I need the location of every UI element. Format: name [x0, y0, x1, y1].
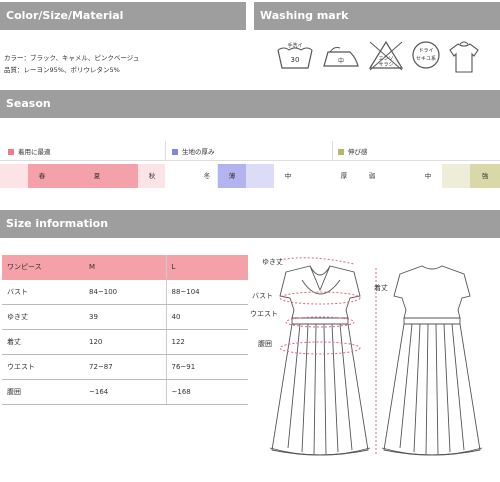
- size-header-item: ワンピース: [2, 255, 84, 280]
- row-l-value: 40: [165, 304, 248, 330]
- row-label: 腹囲: [2, 379, 84, 405]
- iron-text: 中: [338, 57, 344, 65]
- size-header-m: M: [84, 255, 166, 280]
- thickness-medium: 中: [284, 172, 292, 180]
- label-sleeve: ゆき丈: [262, 257, 283, 266]
- size-header-l: L: [165, 255, 248, 280]
- size-table-header-row: ワンピース M L: [2, 255, 248, 280]
- dress-back-illustration: [381, 265, 483, 456]
- no-bleach-icon: エンソ サラシ: [368, 40, 404, 71]
- table-row: 着丈 120 122: [2, 329, 248, 355]
- sleeve-length-mark: [279, 257, 355, 265]
- size-table: ワンピース M L バスト 84~100 88~104 ゆき丈 39 40 着丈…: [2, 255, 248, 405]
- legend-best: 着用に最適: [8, 146, 51, 156]
- measurement-marks: [279, 257, 377, 454]
- dry-clean-text1: ドライ: [418, 48, 433, 54]
- row-m-value: 84~100: [84, 279, 166, 305]
- dry-clean-icon: ドライ セキユ系: [412, 41, 440, 69]
- legend-thickness: 生地の厚み: [172, 146, 215, 156]
- row-l-value: 122: [165, 329, 248, 355]
- color-line: カラー：ブラック、キャメル、ピンクベージュ: [4, 54, 140, 62]
- washing-icons: 手洗イ 30 中 エンソ サラシ ドライ セキユ系: [274, 38, 484, 78]
- label-hip: 腹囲: [258, 339, 272, 348]
- table-row: 腹囲 ~164 ~168: [2, 379, 248, 405]
- washing-mark-header: Washing mark: [254, 2, 500, 30]
- legend-stretch: 伸び感: [338, 146, 368, 156]
- season-scale: 春 夏 秋 冬: [0, 164, 210, 188]
- size-info-header: Size information: [0, 210, 500, 238]
- hang-dry-icon: [449, 41, 479, 73]
- dress-front-illustration: [269, 265, 371, 456]
- no-bleach-text2: サラシ: [379, 62, 394, 68]
- table-row: ゆき丈 39 40: [2, 304, 248, 330]
- hand-wash-icon: 手洗イ 30: [277, 42, 313, 69]
- stretch-weak: 弱: [368, 172, 376, 180]
- label-waist: ウエスト: [250, 310, 278, 318]
- thickness-thick: 厚: [340, 172, 348, 180]
- row-l-value: ~168: [165, 379, 248, 405]
- season-autumn: 秋: [148, 172, 156, 180]
- season-summer: 夏: [93, 172, 101, 180]
- legend-best-swatch: [8, 149, 14, 155]
- fabric-line: 品質：レーヨン95%、ポリウレタン5%: [4, 66, 120, 74]
- stretch-medium: 中: [424, 172, 432, 180]
- season-legend-row: 着用に最適 生地の厚み 伸び感: [0, 141, 500, 161]
- hand-wash-temp: 30: [291, 56, 300, 64]
- dress-diagram: ゆき丈 バスト ウエスト 腹囲 着丈: [250, 250, 500, 478]
- hip-mark: [279, 341, 361, 355]
- waist-mark: [285, 316, 355, 328]
- hand-wash-text: 手洗イ: [287, 42, 302, 49]
- row-label: 着丈: [2, 329, 84, 355]
- stretch-strong: 強: [481, 172, 489, 180]
- row-m-value: 72~87: [84, 354, 166, 380]
- color-size-material-header: Color/Size/Material: [0, 2, 246, 30]
- row-m-value: 39: [84, 304, 166, 330]
- table-row: ウエスト 72~87 76~91: [2, 354, 248, 380]
- season-header: Season: [0, 90, 500, 118]
- legend-stretch-swatch: [338, 149, 344, 155]
- row-label: ゆき丈: [2, 304, 84, 330]
- row-label: ウエスト: [2, 354, 84, 380]
- thickness-thin: 薄: [228, 172, 236, 180]
- row-label: バスト: [2, 279, 84, 305]
- table-row: バスト 84~100 88~104: [2, 279, 248, 305]
- label-length: 着丈: [374, 283, 388, 292]
- label-bust: バスト: [252, 292, 273, 300]
- row-m-value: ~164: [84, 379, 166, 405]
- iron-medium-icon: 中: [323, 47, 359, 67]
- row-l-value: 76~91: [165, 354, 248, 380]
- season-spring: 春: [38, 172, 46, 180]
- legend-thickness-swatch: [172, 149, 178, 155]
- row-m-value: 120: [84, 329, 166, 355]
- row-l-value: 88~104: [165, 279, 248, 305]
- season-scales: 春 夏 秋 冬 薄 中 厚 弱 中 強: [0, 164, 500, 188]
- dry-clean-text2: セキユ系: [416, 55, 436, 62]
